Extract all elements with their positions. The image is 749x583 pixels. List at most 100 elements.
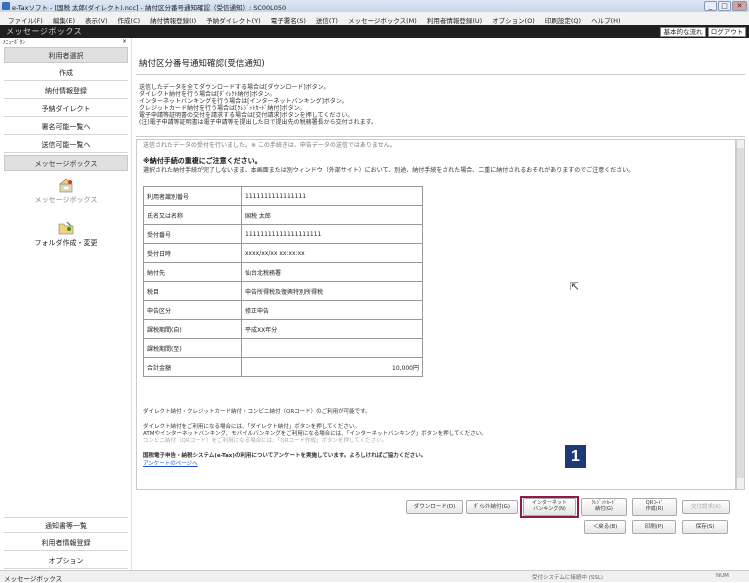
sidebar-close-icon[interactable]: ×: [122, 38, 127, 45]
sidebar-item-messagebox[interactable]: メッセージボックス: [4, 155, 128, 171]
menu-advance-direct[interactable]: 予納ダイレクト(Y): [201, 12, 266, 25]
table-row: 氏名又は名称 国税 太郎: [143, 205, 423, 225]
menu-payment-info[interactable]: 納付情報登録(I): [145, 12, 201, 25]
basic-flow-button[interactable]: 基本的な流れ: [660, 27, 706, 37]
menu-bar: ファイル(F) 編集(E) 表示(V) 作成(C) 納付情報登録(I) 予納ダイレクト(Y…: [0, 12, 749, 25]
table-key: 氏名又は名称: [143, 205, 242, 225]
table-key: 受付番号: [143, 224, 242, 244]
instruction-line: (注)電子申請等証明書は電子申請等を提出した日で提出先の税務署長から交付されます…: [139, 119, 378, 126]
table-value: 1111111111111111: [241, 186, 423, 206]
highlight-box: [520, 496, 579, 518]
sidebar-item-user-select[interactable]: 利用者選択: [4, 47, 128, 63]
menu-print-settings[interactable]: 印刷設定(Q): [540, 12, 586, 25]
payment-methods-note: ダイレクト納付・クレジットカード納付・コンビニ納付（QRコード）のご利用が可能で…: [143, 409, 371, 415]
mouse-cursor-icon: ⇱: [570, 280, 580, 293]
sidebar-icon-label-messagebox[interactable]: メッセージボックス: [4, 195, 128, 205]
back-button[interactable]: ＜戻る(B): [584, 520, 626, 534]
table-key: 申告区分: [143, 300, 242, 320]
direct-payment-button[interactable]: ﾀﾞｲﾚｸﾄ納付(G): [466, 500, 518, 514]
table-key: 利用者識別番号: [143, 186, 242, 206]
table-row: 受付日時 xxxx/xx/xx xx:xx:xx: [143, 243, 423, 263]
menu-file[interactable]: ファイル(F): [0, 12, 48, 25]
minimize-button[interactable]: _: [704, 1, 717, 11]
note-line: コンビニ納付（QRコード）をご利用になる場合には、「QRコード作成」ボタンを押し…: [143, 438, 388, 444]
table-key: 税目: [143, 281, 242, 301]
page-title: 納付区分番号通知確認(受信通知): [139, 59, 265, 69]
sidebar-item-notices[interactable]: 通知書等一覧: [4, 517, 128, 533]
sidebar-item-advance-direct[interactable]: 予納ダイレクト: [4, 101, 128, 117]
menu-signature[interactable]: 電子署名(S): [266, 12, 311, 25]
window-title: e-Taxソフト - [国税 太郎(ダイレクト).ncc] - 納付区分番号通知…: [12, 4, 287, 12]
table-value: 修正申告: [241, 300, 423, 320]
table-value-total: 10,000円: [241, 357, 423, 377]
divider: [136, 136, 745, 137]
sidebar-item-signable-list[interactable]: 署名可能一覧へ: [4, 119, 128, 135]
instruction-line: ダイレクト納付を行う場合は[ﾀﾞｲﾚｸﾄ納付]ボタン。: [139, 91, 276, 98]
warning-body: 選択された納付手続が完了しないまま、本画面または別ウィンドウ（外部サイト）におい…: [143, 167, 635, 174]
instruction-line: クレジットカード納付を行う場合は[ｸﾚｼﾞｯﾄｶｰﾄﾞ納付]ボタン。: [139, 105, 306, 112]
instruction-line: 電子申請等証明書の交付を請求する場合は[交付請求]ボタンを押してください。: [139, 112, 354, 119]
status-bar: メッセージボックス 受付システムに接続中 (SSL) NUM: [0, 570, 749, 583]
content-pane[interactable]: 送信されたデータの受付を行いました。※ この手続きは、申告データの送信ではありま…: [136, 139, 736, 490]
table-key: 課税期間(自): [143, 319, 242, 339]
credit-card-button[interactable]: ｸﾚｼﾞｯﾄｶｰﾄﾞ 納付(G): [581, 498, 627, 516]
table-row: 申告区分 修正申告: [143, 300, 423, 320]
table-value: 仙台北税務署: [241, 262, 423, 282]
table-row: 納付先 仙台北税務署: [143, 262, 423, 282]
mailbox-icon[interactable]: [57, 178, 75, 194]
close-window-button[interactable]: ✕: [732, 1, 747, 11]
sidebar-item-options[interactable]: オプション: [4, 553, 128, 569]
menu-options[interactable]: オプション(O): [487, 12, 540, 25]
header-band: メッセージボックス: [0, 25, 749, 38]
table-value: 11111111111111111111: [241, 224, 423, 244]
sidebar-icon-label-folder[interactable]: フォルダ作成・変更: [4, 238, 128, 248]
qr-code-button[interactable]: QRｺｰﾄﾞ 作成(R): [632, 498, 677, 516]
band-title: メッセージボックス: [6, 27, 83, 36]
table-value: xxxx/xx/xx xx:xx:xx: [241, 243, 423, 263]
folder-icon[interactable]: [57, 220, 75, 236]
sidebar-item-payment-info[interactable]: 納付情報登録: [4, 83, 128, 99]
title-bar: e-Taxソフト - [国税 太郎(ダイレクト).ncc] - 納付区分番号通知…: [0, 0, 749, 12]
maximize-button[interactable]: □: [718, 1, 731, 11]
app-icon: [2, 2, 10, 10]
table-key: 課税期間(至): [143, 338, 242, 358]
notification-table: 利用者識別番号 1111111111111111 氏名又は名称 国税 太郎 受付番号…: [143, 186, 423, 377]
table-value: 国税 太郎: [241, 205, 423, 225]
sidebar-item-sendable-list[interactable]: 送信可能一覧へ: [4, 137, 128, 153]
instruction-line: 送信したデータを全てダウンロードする場合は[ダウンロード]ボタン。: [139, 84, 330, 91]
menu-view[interactable]: 表示(V): [80, 12, 113, 25]
table-key: 納付先: [143, 262, 242, 282]
sidebar-item-user-register[interactable]: 利用者情報登録: [4, 535, 128, 551]
issue-request-button[interactable]: 交付請求(K): [682, 500, 730, 514]
table-row: 合計金額 10,000円: [143, 357, 423, 377]
table-row: 税目 申告所得税及復興特別所得税: [143, 281, 423, 301]
download-button[interactable]: ダウンロード(D): [406, 500, 463, 514]
survey-text: 国税電子申告・納税システム(e-Tax)の利用についてアンケートを実施しています…: [143, 453, 427, 459]
table-row: 受付番号 11111111111111111111: [143, 224, 423, 244]
menu-create[interactable]: 作成(C): [113, 12, 146, 25]
table-value: [241, 338, 423, 358]
table-value: 平成XX年分: [241, 319, 423, 339]
status-num: NUM: [716, 573, 729, 579]
logout-button[interactable]: ログアウト: [708, 27, 746, 37]
menu-user-info[interactable]: 利用者情報登録(U): [422, 12, 487, 25]
menu-send[interactable]: 送信(T): [311, 12, 343, 25]
menu-edit[interactable]: 編集(E): [48, 12, 80, 25]
sidebar-header: ﾒﾆｭｰﾎﾞﾀﾝ: [3, 40, 26, 46]
divider: [136, 74, 745, 75]
table-row: 課税期間(至): [143, 338, 423, 358]
cut-off-text: 送信されたデータの受付を行いました。※ この手続きは、申告データの送信ではありま…: [143, 142, 396, 149]
print-button[interactable]: 印刷(P): [632, 520, 676, 534]
table-key: 合計金額: [143, 357, 242, 377]
sidebar-item-create[interactable]: 作成: [4, 65, 128, 81]
menu-messagebox[interactable]: メッセージボックス(M): [343, 12, 422, 25]
status-connection: 受付システムに接続中 (SSL): [532, 575, 603, 581]
table-row: 課税期間(自) 平成XX年分: [143, 319, 423, 339]
save-button[interactable]: 保存(S): [682, 520, 728, 534]
scrollbar-thumb[interactable]: [737, 148, 744, 478]
step-badge: 1: [565, 445, 586, 468]
menu-help[interactable]: ヘルプ(H): [586, 12, 625, 25]
survey-link[interactable]: アンケートのページへ: [143, 459, 198, 467]
table-key: 受付日時: [143, 243, 242, 263]
table-row: 利用者識別番号 1111111111111111: [143, 186, 423, 206]
